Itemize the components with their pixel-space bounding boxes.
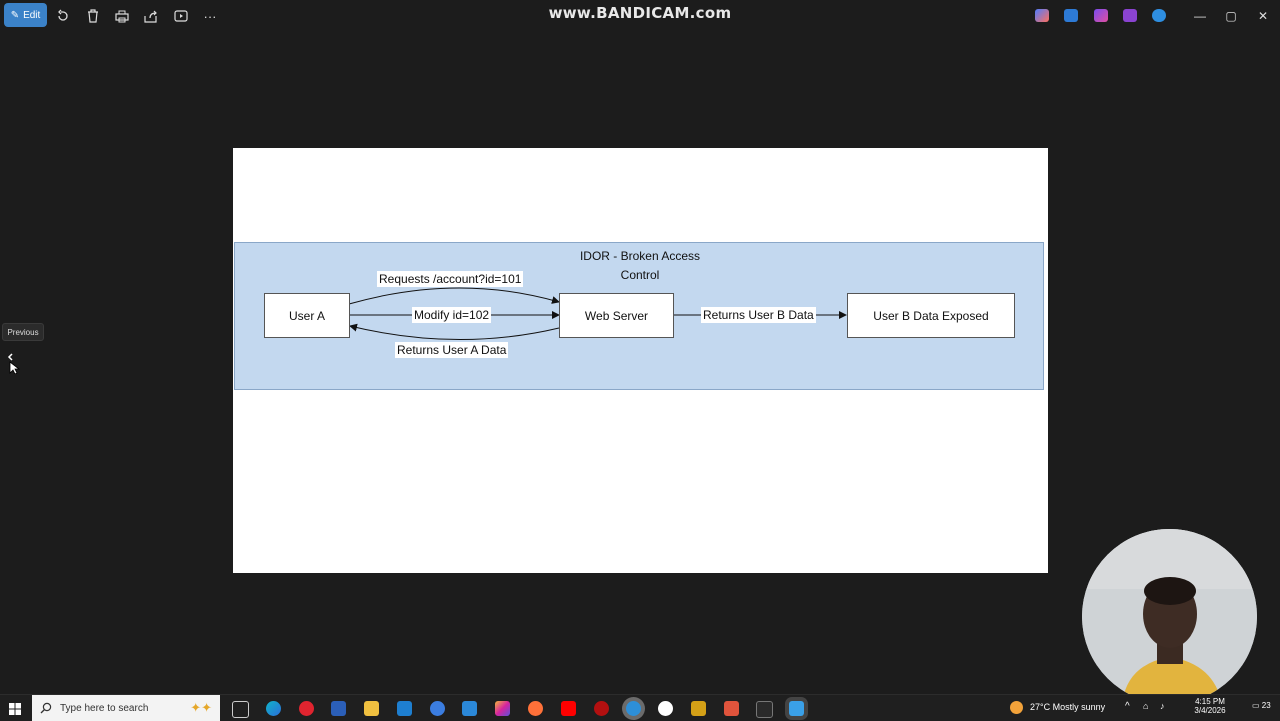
- node-user-b-exposed: User B Data Exposed: [847, 293, 1015, 338]
- file-explorer-icon[interactable]: [364, 701, 379, 716]
- edit-icon: ✎: [10, 9, 20, 21]
- photos-icon[interactable]: [789, 701, 804, 716]
- word-icon[interactable]: [331, 701, 346, 716]
- previous-button[interactable]: [6, 352, 21, 375]
- close-icon: ✕: [1257, 9, 1269, 23]
- git-icon[interactable]: [724, 701, 739, 716]
- defender-icon[interactable]: [430, 701, 445, 716]
- label-returns-b: Returns User B Data: [701, 307, 816, 323]
- weather-text[interactable]: 27°C Mostly sunny: [1030, 702, 1105, 712]
- minimize-icon: —: [1194, 9, 1206, 23]
- minimize-button[interactable]: —: [1189, 6, 1211, 26]
- edge-returns-a: [349, 323, 560, 341]
- start-button[interactable]: [9, 702, 21, 715]
- label-request: Requests /account?id=101: [377, 271, 524, 287]
- top-toolbar: ✎ Edit ··· www.BANDICAM.com — ▢ ✕: [0, 0, 1280, 32]
- edge-browser-icon[interactable]: [266, 701, 281, 716]
- ellipsis-icon: ···: [203, 8, 217, 24]
- clapper-icon[interactable]: [691, 701, 706, 716]
- network-icon[interactable]: ⌂: [1143, 701, 1148, 711]
- share-button[interactable]: [140, 6, 162, 26]
- mouse-cursor-icon: [7, 353, 21, 375]
- previous-tooltip: Previous: [2, 323, 44, 341]
- weather-icon: [1010, 701, 1023, 714]
- edge-request: [348, 287, 560, 305]
- node-user-a: User A: [264, 293, 350, 338]
- taskbar-search[interactable]: Type here to search ✦✦: [32, 695, 220, 721]
- image-canvas: IDOR - Broken Access Control User A Web …: [233, 148, 1048, 573]
- teams-app-icon[interactable]: [1123, 9, 1137, 22]
- rotate-button[interactable]: [52, 6, 74, 26]
- webcam-overlay: [1082, 529, 1257, 704]
- bandicam-watermark: www.BANDICAM.com: [548, 4, 732, 22]
- trash-icon: [88, 9, 98, 23]
- close-button[interactable]: ✕: [1252, 6, 1274, 26]
- copilot-icon[interactable]: [1035, 9, 1049, 22]
- edit-button[interactable]: ✎ Edit: [4, 3, 47, 27]
- diagram-edges: [348, 287, 847, 341]
- notification-icon: ▭: [1252, 701, 1260, 710]
- label-returns-a: Returns User A Data: [395, 342, 509, 358]
- opera-icon[interactable]: [299, 701, 314, 716]
- chevron-up-icon[interactable]: ^: [1125, 701, 1130, 712]
- clipchamp-icon[interactable]: [1094, 9, 1108, 22]
- printer-icon: [115, 10, 129, 22]
- instagram-icon[interactable]: [495, 701, 510, 716]
- share-icon: [144, 10, 157, 23]
- notification-button[interactable]: ▭ 23: [1252, 701, 1271, 710]
- sparkle-icon: ✦✦: [190, 700, 212, 715]
- label-modify: Modify id=102: [412, 307, 492, 323]
- volume-icon[interactable]: ♪: [1160, 701, 1165, 711]
- print-button[interactable]: [111, 6, 133, 26]
- edit-label: Edit: [23, 9, 41, 21]
- onedrive-icon[interactable]: [1152, 9, 1166, 22]
- task-view-icon[interactable]: [232, 701, 249, 718]
- maximize-icon: ▢: [1225, 9, 1237, 23]
- rotate-icon: [58, 9, 68, 21]
- designer-icon[interactable]: [1064, 9, 1078, 22]
- media-player-icon[interactable]: [658, 701, 673, 716]
- recorder-icon[interactable]: [594, 701, 609, 716]
- maximize-button[interactable]: ▢: [1220, 6, 1242, 26]
- store-icon[interactable]: [397, 701, 412, 716]
- search-icon: [40, 702, 52, 714]
- taskbar: Type here to search ✦✦ 27°C Mostly sunny…: [0, 694, 1280, 721]
- more-options-button[interactable]: ···: [199, 6, 221, 26]
- youtube-icon[interactable]: [561, 701, 576, 716]
- node-web-server: Web Server: [559, 293, 674, 338]
- presenter-photo: [1082, 529, 1257, 704]
- terminal-icon[interactable]: [756, 701, 773, 718]
- search-placeholder: Type here to search: [60, 702, 149, 714]
- firefox-icon[interactable]: [528, 701, 543, 716]
- clock-time: 4:15 PM: [1195, 697, 1225, 706]
- clock[interactable]: 4:15 PM 3/4/2026: [1180, 697, 1240, 715]
- telegram-icon[interactable]: [626, 701, 641, 716]
- slideshow-icon: [174, 10, 188, 22]
- windows-icon: [9, 703, 21, 715]
- vscode-icon[interactable]: [462, 701, 477, 716]
- slideshow-button[interactable]: [170, 6, 192, 26]
- notification-count: 23: [1261, 701, 1271, 710]
- delete-button[interactable]: [82, 6, 104, 26]
- clock-date: 3/4/2026: [1194, 706, 1226, 715]
